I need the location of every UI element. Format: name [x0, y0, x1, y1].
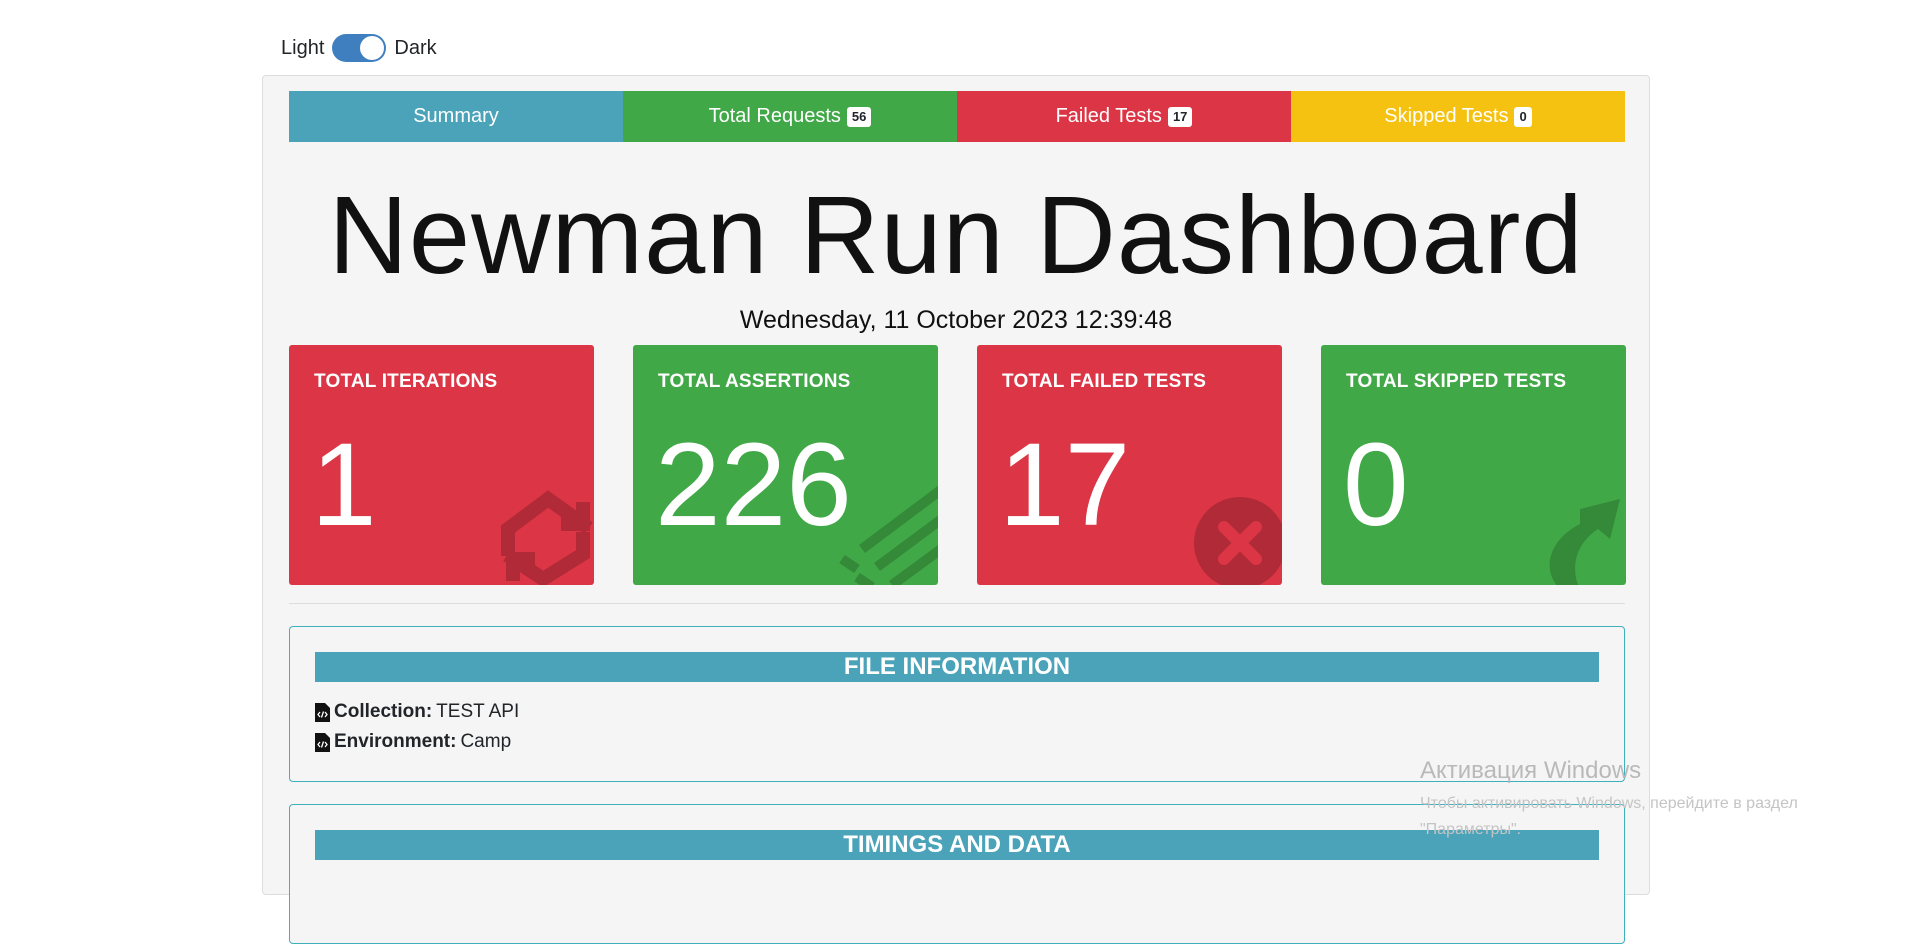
- assertions-icon: [839, 485, 938, 585]
- windows-activation-title: Активация Windows: [1420, 757, 1642, 784]
- card-total-iterations: TOTAL ITERATIONS 1: [289, 345, 594, 585]
- tab-summary[interactable]: Summary: [289, 91, 623, 142]
- collection-row: Collection: TEST API: [315, 701, 519, 723]
- panel-header: TIMINGS AND DATA: [315, 830, 1599, 860]
- count-badge: 17: [1167, 106, 1193, 127]
- tab-label: Skipped Tests: [1384, 105, 1509, 127]
- tab-label: Total Requests: [708, 105, 841, 127]
- tab-failed-tests[interactable]: Failed Tests 17: [957, 91, 1291, 142]
- tab-total-requests[interactable]: Total Requests 56: [623, 91, 957, 142]
- theme-toggle: Light Dark: [281, 34, 437, 62]
- tab-bar: Summary Total Requests 56 Failed Tests 1…: [289, 91, 1625, 142]
- card-label: TOTAL ITERATIONS: [314, 371, 498, 392]
- count-badge: 0: [1514, 106, 1532, 127]
- file-code-icon: [315, 702, 330, 722]
- card-value: 17: [999, 419, 1131, 551]
- environment-row: Environment: Camp: [315, 731, 511, 753]
- card-total-failed-tests: TOTAL FAILED TESTS 17: [977, 345, 1282, 585]
- summary-cards: TOTAL ITERATIONS 1 TOTAL ASSERTIONS 226: [289, 345, 1626, 585]
- sync-icon: [501, 490, 593, 585]
- light-label: Light: [281, 36, 325, 59]
- card-label: TOTAL SKIPPED TESTS: [1346, 371, 1567, 392]
- count-badge: 56: [846, 106, 872, 127]
- tab-label: Failed Tests: [1055, 105, 1162, 127]
- page-title: Newman Run Dashboard: [328, 174, 1584, 297]
- card-value: 0: [1343, 419, 1409, 551]
- theme-switch[interactable]: [332, 34, 387, 62]
- tab-skipped-tests[interactable]: Skipped Tests 0: [1291, 91, 1625, 142]
- times-circle-icon: [1194, 497, 1282, 585]
- file-code-icon: [315, 732, 330, 752]
- environment-value: Camp: [460, 731, 512, 752]
- card-total-skipped-tests: TOTAL SKIPPED TESTS 0: [1321, 345, 1626, 585]
- environment-label: Environment:: [334, 731, 457, 752]
- activation-line: "Параметры".: [1420, 821, 1522, 838]
- windows-activation-text: Чтобы активировать Windows, перейдите в …: [1420, 791, 1798, 843]
- activation-line: Чтобы активировать Windows, перейдите в …: [1420, 795, 1798, 812]
- switch-knob: [360, 36, 385, 60]
- card-label: TOTAL FAILED TESTS: [1002, 371, 1207, 392]
- collection-label: Collection:: [334, 701, 433, 722]
- card-value: 226: [655, 419, 852, 551]
- dark-label: Dark: [394, 36, 437, 59]
- card-label: TOTAL ASSERTIONS: [658, 371, 851, 392]
- card-value: 1: [311, 419, 377, 551]
- card-total-assertions: TOTAL ASSERTIONS 226: [633, 345, 938, 585]
- panel-header: FILE INFORMATION: [315, 652, 1599, 682]
- divider: [289, 603, 1625, 604]
- tab-label: Summary: [413, 105, 499, 127]
- share-arrow-icon: [1549, 499, 1620, 585]
- run-date: Wednesday, 11 October 2023 12:39:48: [739, 306, 1173, 334]
- collection-value: TEST API: [436, 701, 520, 722]
